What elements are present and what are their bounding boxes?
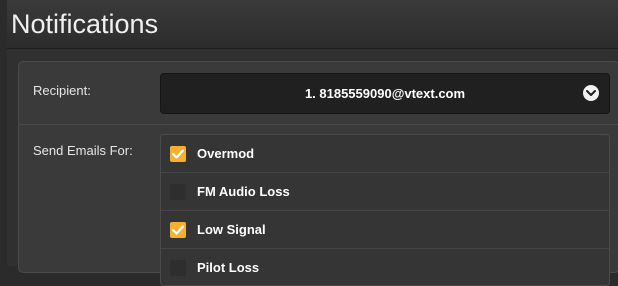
recipient-row: Recipient: 1. 8185559090@vtext.com [19, 62, 618, 125]
notifications-page: Notifications Recipient: 1. 8185559090@v… [7, 0, 618, 286]
pilot-loss-checkbox[interactable] [170, 260, 186, 276]
list-item-fm-audio-loss[interactable]: FM Audio Loss [161, 173, 609, 211]
low-signal-label: Low Signal [197, 222, 266, 237]
send-emails-list: Overmod FM Audio Loss Low Signal Pilot L… [160, 134, 610, 286]
recipient-label: Recipient: [33, 83, 91, 98]
overmod-label: Overmod [197, 146, 255, 161]
check-icon [172, 149, 184, 159]
send-emails-label: Send Emails For: [33, 143, 133, 158]
page-title: Notifications [11, 9, 159, 39]
chevron-down-icon[interactable] [583, 85, 599, 101]
title-bar: Notifications [7, 0, 618, 49]
overmod-checkbox[interactable] [170, 146, 186, 162]
list-item-pilot-loss[interactable]: Pilot Loss [161, 249, 609, 285]
pilot-loss-label: Pilot Loss [197, 260, 260, 275]
check-icon [172, 225, 184, 235]
list-item-overmod[interactable]: Overmod [161, 135, 609, 173]
fm-audio-loss-checkbox[interactable] [170, 184, 186, 200]
recipient-selected-value: 1. 8185559090@vtext.com [304, 86, 466, 101]
low-signal-checkbox[interactable] [170, 222, 186, 238]
notifications-panel: Recipient: 1. 8185559090@vtext.com Send … [18, 61, 618, 286]
list-item-low-signal[interactable]: Low Signal [161, 211, 609, 249]
recipient-select[interactable]: 1. 8185559090@vtext.com [160, 73, 610, 114]
fm-audio-loss-label: FM Audio Loss [197, 184, 290, 199]
